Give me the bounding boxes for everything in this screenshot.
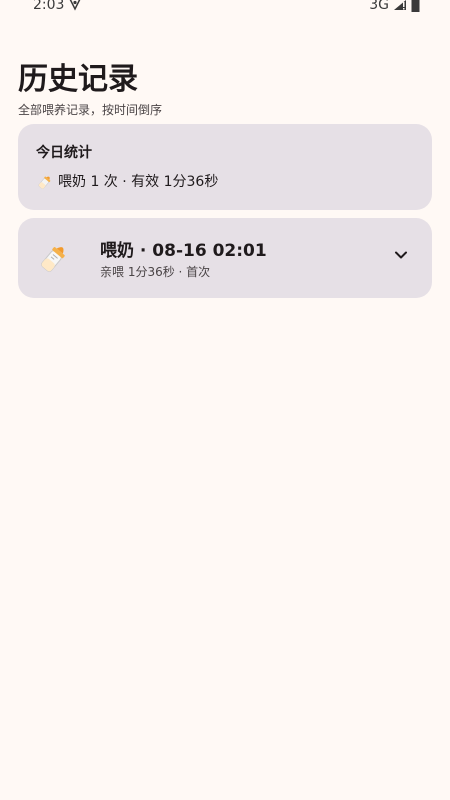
baby-bottle-icon xyxy=(36,173,54,191)
page-subtitle: 全部喂养记录，按时间倒序 xyxy=(18,103,163,117)
network-type: 3G xyxy=(369,0,389,13)
list-item[interactable]: 喂奶 · 08-16 02:01 亲喂 1分36秒 · 首次 xyxy=(18,218,432,298)
status-time: 2:03 xyxy=(33,0,65,13)
record-detail: 亲喂 1分36秒 · 首次 xyxy=(100,265,211,279)
status-right-group: 3G xyxy=(369,0,420,14)
status-bar: 2:03 3G xyxy=(0,0,450,14)
chevron-down-icon xyxy=(393,247,409,267)
vpn-shield-icon xyxy=(68,0,82,11)
battery-icon xyxy=(411,0,420,12)
today-stats-summary: 喂奶 1 次 · 有效 1分36秒 xyxy=(58,174,219,190)
today-stats-card: 今日统计 喂奶 1 次 · 有效 1分36秒 xyxy=(18,124,432,210)
today-stats-title: 今日统计 xyxy=(36,145,92,161)
baby-bottle-icon xyxy=(36,240,72,276)
record-title: 喂奶 · 08-16 02:01 xyxy=(100,241,267,261)
signal-icon xyxy=(393,0,407,11)
expand-button[interactable] xyxy=(390,246,412,268)
page-title: 历史记录 xyxy=(18,62,138,97)
today-stats-summary-row: 喂奶 1 次 · 有效 1分36秒 xyxy=(36,172,218,192)
